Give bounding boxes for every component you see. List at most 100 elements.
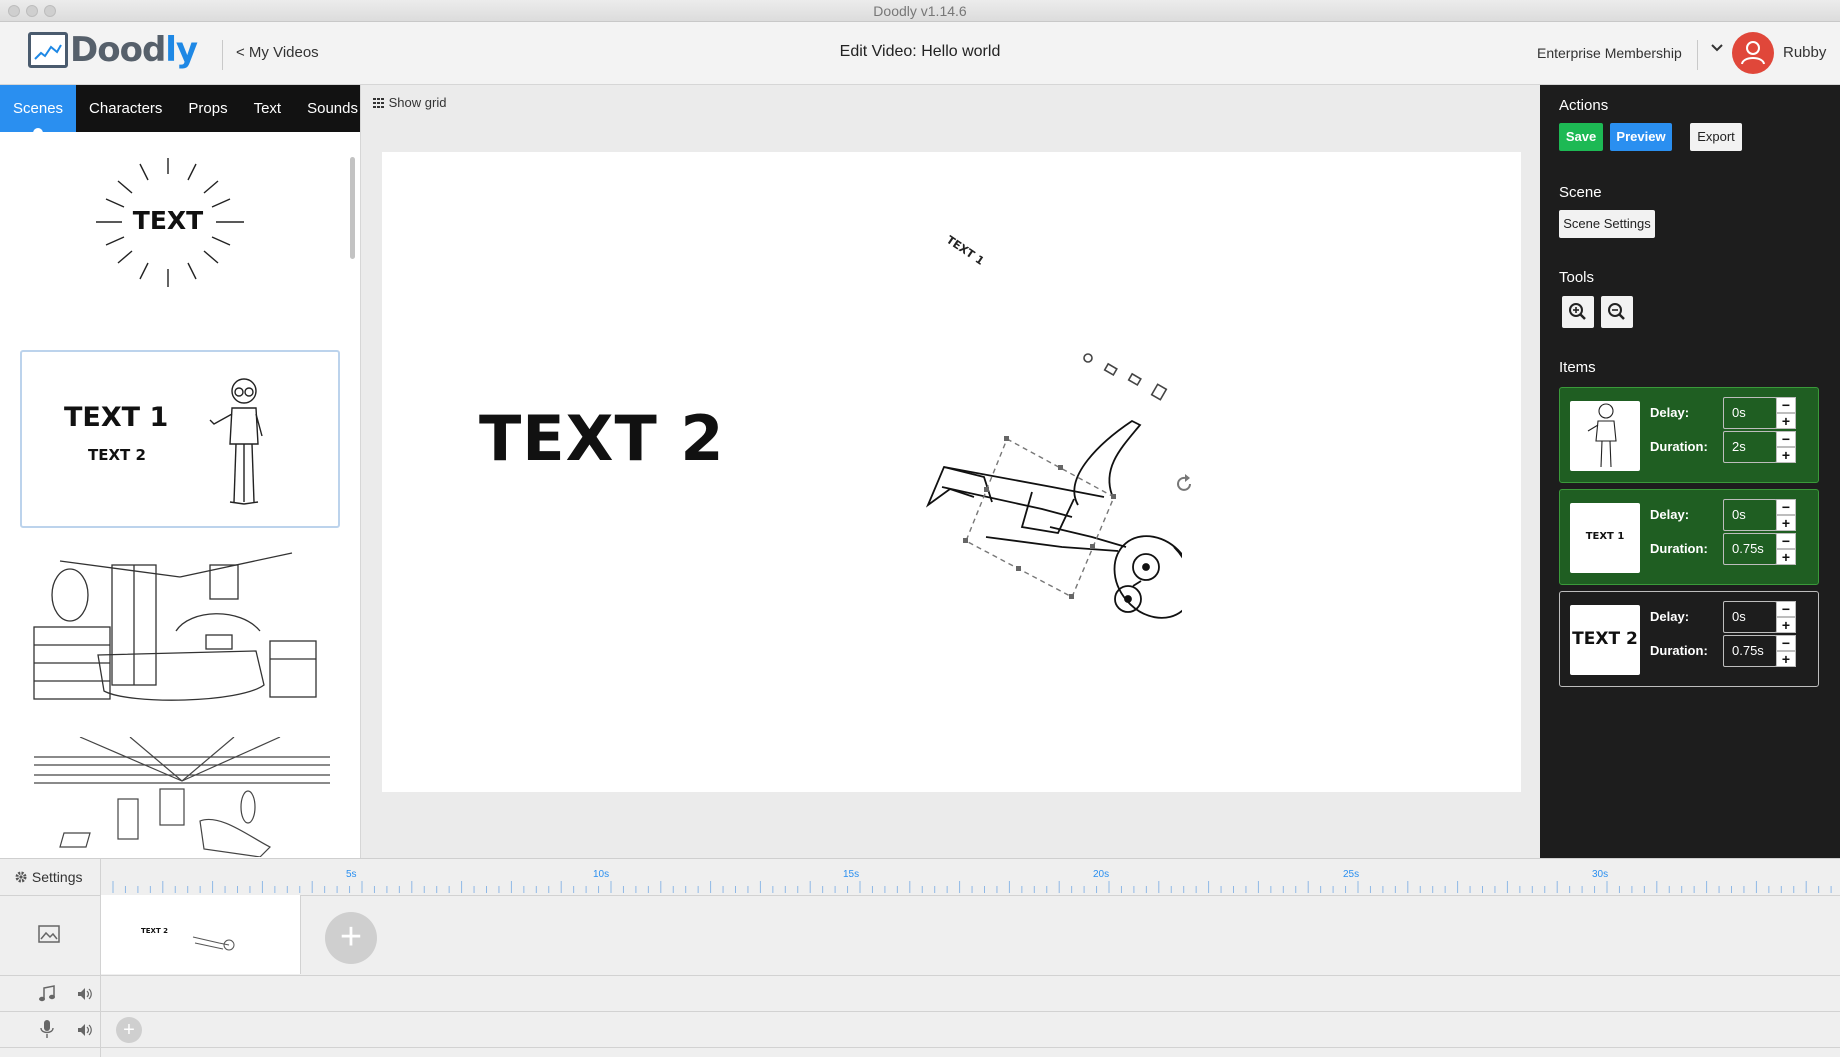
delay-input[interactable]: 0s: [1723, 397, 1777, 429]
save-button[interactable]: Save: [1559, 123, 1603, 151]
scene-1-text: TEXT: [132, 206, 204, 235]
scene-clip[interactable]: TEXT 2: [101, 895, 301, 974]
grid-icon: [373, 98, 384, 108]
delay-increment-button[interactable]: +: [1776, 617, 1796, 633]
show-grid-toggle[interactable]: Show grid: [373, 95, 446, 110]
item-thumbnail: [1570, 401, 1640, 471]
window-minimize-button[interactable]: [26, 5, 38, 17]
tab-text[interactable]: Text: [241, 85, 295, 132]
actions-title: Actions: [1559, 97, 1609, 114]
item-card-character[interactable]: Delay: 0s − + Duration: 2s − +: [1559, 387, 1819, 483]
tick-label-25s: 25s: [1343, 869, 1360, 880]
voice-volume-icon[interactable]: [77, 1023, 93, 1037]
preview-button[interactable]: Preview: [1610, 123, 1672, 151]
trash-icon[interactable]: [1152, 384, 1168, 402]
duplicate-icon[interactable]: [1104, 364, 1118, 378]
clip-text: TEXT 2: [141, 927, 169, 935]
duration-label: Duration:: [1650, 643, 1708, 658]
delay-input[interactable]: 0s: [1723, 499, 1777, 531]
zoom-out-button[interactable]: [1601, 296, 1633, 328]
canvas-text-1[interactable]: TEXT 1: [944, 233, 987, 268]
item-card-text-2[interactable]: TEXT 2 Delay: 0s − + Duration: 0.75s − +: [1559, 591, 1819, 687]
scene-settings-button[interactable]: Scene Settings: [1559, 210, 1655, 238]
delay-label: Delay:: [1650, 609, 1690, 624]
scene-thumbnail-3[interactable]: [20, 545, 340, 723]
timeline-settings-label: Settings: [31, 869, 83, 885]
music-note-icon[interactable]: [38, 985, 56, 1003]
delay-decrement-button[interactable]: −: [1776, 601, 1796, 617]
user-name[interactable]: Rubby: [1783, 44, 1826, 61]
tick-label-5s: 5s: [346, 869, 357, 880]
doodly-logo[interactable]: Doodly: [28, 30, 198, 70]
tab-sounds[interactable]: Sounds: [294, 85, 371, 132]
duration-decrement-button[interactable]: −: [1776, 533, 1796, 549]
timeline: Settings 5s 10s 15s 20s 25s 30s TEXT 2 +: [0, 858, 1840, 1057]
zoom-out-icon: [1608, 303, 1625, 320]
add-voiceover-button[interactable]: +: [116, 1017, 142, 1043]
asset-tabs: Scenes Characters Props Text Sounds: [0, 85, 360, 133]
tab-scenes[interactable]: Scenes: [0, 85, 77, 133]
duration-decrement-button[interactable]: −: [1776, 635, 1796, 651]
tick-label-30s: 30s: [1592, 869, 1609, 880]
duration-input[interactable]: 0.75s: [1723, 533, 1777, 565]
flip-icon[interactable]: [1128, 374, 1142, 388]
delay-increment-button[interactable]: +: [1776, 515, 1796, 531]
duration-increment-button[interactable]: +: [1776, 651, 1796, 667]
my-videos-link[interactable]: < My Videos: [236, 44, 319, 61]
scene-title: Scene: [1559, 184, 1602, 201]
delay-decrement-button[interactable]: −: [1776, 397, 1796, 413]
rotate-handle-icon[interactable]: [1175, 474, 1195, 494]
export-button[interactable]: Export: [1690, 123, 1742, 151]
app-header: Doodly < My Videos Edit Video: Hello wor…: [0, 22, 1840, 85]
scene-canvas[interactable]: TEXT 2 TEXT 1: [382, 152, 1521, 792]
window-zoom-button[interactable]: [44, 5, 56, 17]
membership-label: Enterprise Membership: [1537, 45, 1682, 61]
window-titlebar: Doodly v1.14.6: [0, 0, 1840, 22]
tab-props[interactable]: Props: [175, 85, 240, 132]
duration-label: Duration:: [1650, 541, 1708, 556]
scene-thumbnail-2[interactable]: TEXT 1 TEXT 2: [20, 350, 340, 528]
timeline-divider: [0, 1047, 1840, 1048]
duration-increment-button[interactable]: +: [1776, 447, 1796, 463]
item-card-text-1[interactable]: TEXT 1 Delay: 0s − + Duration: 0.75s − +: [1559, 489, 1819, 585]
duration-input[interactable]: 0.75s: [1723, 635, 1777, 667]
delay-decrement-button[interactable]: −: [1776, 499, 1796, 515]
settings-gear-icon[interactable]: [1082, 352, 1096, 366]
window-close-button[interactable]: [8, 5, 20, 17]
tick-label-20s: 20s: [1093, 869, 1110, 880]
chevron-down-icon[interactable]: [1710, 41, 1724, 60]
music-volume-icon[interactable]: [77, 987, 93, 1001]
delay-input[interactable]: 0s: [1723, 601, 1777, 633]
delay-increment-button[interactable]: +: [1776, 413, 1796, 429]
timeline-settings-button[interactable]: Settings: [14, 869, 82, 885]
canvas-text-2[interactable]: TEXT 2: [479, 402, 724, 475]
header-divider-right: [1697, 40, 1698, 70]
duration-increment-button[interactable]: +: [1776, 549, 1796, 565]
delay-label: Delay:: [1650, 405, 1690, 420]
scene-thumbnail-4[interactable]: [20, 737, 340, 857]
timeline-divider: [0, 975, 1840, 976]
tools-title: Tools: [1559, 269, 1595, 286]
zoom-in-button[interactable]: [1562, 296, 1594, 328]
left-panel: Scenes Characters Props Text Sounds TEXT…: [0, 85, 361, 858]
user-avatar-icon[interactable]: [1732, 32, 1774, 74]
item-thumbnail: TEXT 2: [1570, 605, 1640, 675]
microphone-icon[interactable]: [40, 1019, 54, 1039]
add-scene-button[interactable]: +: [325, 912, 377, 964]
duration-input[interactable]: 2s: [1723, 431, 1777, 463]
clip-character-icon: [192, 936, 235, 951]
tab-characters[interactable]: Characters: [76, 85, 175, 132]
scene-thumbnail-1[interactable]: TEXT: [20, 143, 340, 321]
timeline-ruler[interactable]: [101, 877, 1840, 895]
tick-label-10s: 10s: [593, 869, 610, 880]
delay-label: Delay:: [1650, 507, 1690, 522]
scene-2-text-2: TEXT 2: [88, 446, 146, 464]
zoom-in-icon: [1569, 303, 1586, 320]
duration-decrement-button[interactable]: −: [1776, 431, 1796, 447]
tick-label-15s: 15s: [843, 869, 860, 880]
scenes-scrollbar[interactable]: [350, 157, 355, 259]
scene-2-text-1: TEXT 1: [64, 402, 169, 433]
gear-icon: [15, 871, 27, 883]
image-track-icon: [38, 925, 60, 943]
old-man-character-icon: [1587, 403, 1617, 468]
